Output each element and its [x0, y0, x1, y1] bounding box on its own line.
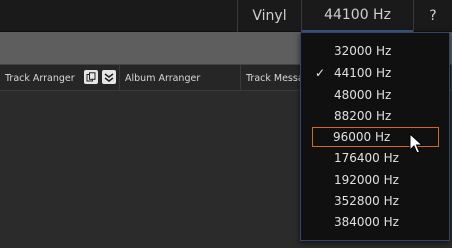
sample-rate-label: 44100 Hz: [324, 7, 391, 23]
sample-rate-option[interactable]: 88200 Hz: [313, 106, 439, 126]
sample-rate-option[interactable]: 352800 Hz: [313, 191, 439, 211]
help-label: ?: [429, 8, 437, 24]
sample-rate-option[interactable]: 192000 Hz: [313, 170, 439, 190]
checkmark-icon: ✓: [315, 66, 326, 80]
sample-rate-option[interactable]: 32000 Hz: [313, 41, 439, 61]
sample-rate-button[interactable]: 44100 Hz: [301, 0, 413, 32]
mouse-pointer-icon: [409, 133, 423, 154]
tab-album-arranger[interactable]: Album Arranger: [120, 65, 241, 91]
collapse-icon: [104, 73, 114, 82]
help-button[interactable]: ?: [413, 0, 452, 32]
sample-rate-option-checked[interactable]: ✓ 44100 Hz: [313, 63, 439, 83]
vinyl-button[interactable]: Vinyl: [237, 0, 301, 32]
tab-track-arranger-label: Track Arranger: [5, 72, 75, 84]
sample-rate-option[interactable]: 48000 Hz: [313, 85, 439, 105]
tab-track-messages-label: Track Messa: [246, 72, 304, 84]
sample-rate-option[interactable]: 384000 Hz: [313, 212, 439, 232]
copy-button[interactable]: [84, 70, 98, 84]
top-toolbar: Vinyl 44100 Hz ?: [0, 0, 452, 32]
vinyl-label: Vinyl: [252, 8, 287, 24]
tab-album-arranger-label: Album Arranger: [125, 72, 201, 84]
collapse-button[interactable]: [102, 70, 116, 84]
copy-icon: [86, 72, 96, 82]
sample-rate-dropdown: 32000 Hz ✓ 44100 Hz 48000 Hz 88200 Hz 96…: [300, 32, 450, 241]
